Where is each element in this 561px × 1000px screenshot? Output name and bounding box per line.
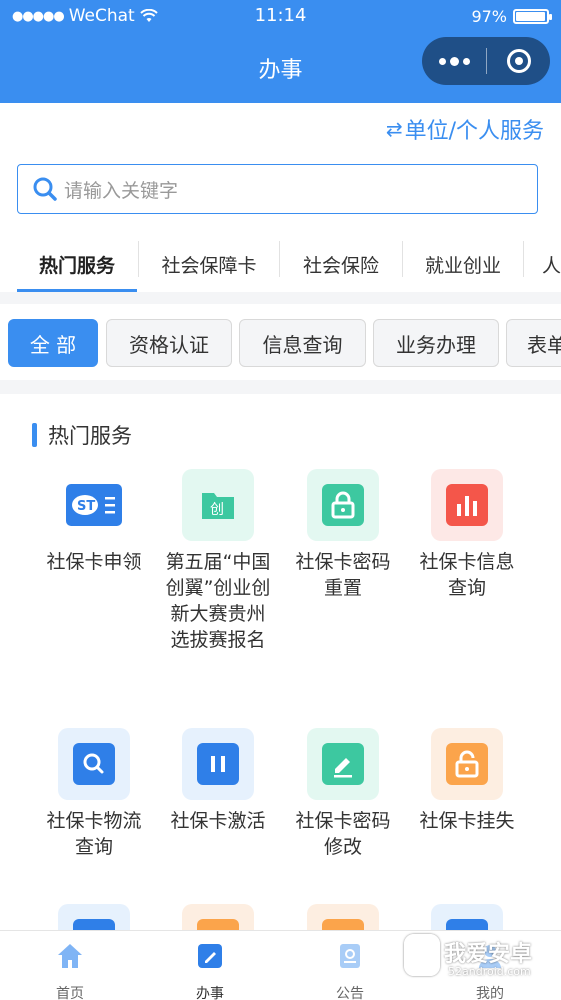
tab-label: 我的	[476, 986, 504, 1000]
notice-icon	[335, 941, 365, 971]
bar-chart-icon	[431, 469, 503, 541]
category-tabs: 热门服务 社会保障卡 社会保险 就业创业 人	[0, 236, 561, 292]
service-label: 社保卡信息查询	[419, 551, 515, 599]
watermark-logo: 我爱安卓 52android.com	[402, 932, 552, 984]
watermark-url: 52android.com	[448, 965, 531, 978]
social-card-icon: ST	[58, 469, 130, 541]
more-menu-button[interactable]	[422, 37, 486, 85]
service-label: 社保卡挂失	[419, 810, 515, 832]
swap-icon: ⇄	[385, 117, 403, 141]
watermark-name: 我爱安卓	[444, 942, 533, 967]
switch-service-link[interactable]: ⇄ 单位/个人服务	[386, 113, 544, 145]
top-bar: ●●●●● WeChat 11:14 97% 办事	[0, 0, 561, 103]
chip-qualification[interactable]: 资格认证	[106, 319, 232, 367]
tab-more-partial[interactable]: 人	[525, 236, 561, 292]
service-label: 第五届“中国创翼”创业创新大赛贵州选拔赛报名	[165, 551, 271, 651]
android-logo-icon	[404, 934, 440, 976]
service-card-partial[interactable]	[431, 904, 503, 930]
service-card-partial[interactable]	[307, 904, 379, 930]
chip-forms[interactable]: 表单	[506, 319, 561, 367]
status-bar: ●●●●● WeChat 11:14 97%	[0, 0, 561, 34]
tab-hot-services[interactable]: 热门服务	[17, 236, 137, 292]
battery-percent: 97%	[471, 7, 507, 26]
edit-icon	[307, 728, 379, 800]
tab-label: 公告	[336, 986, 364, 1000]
search-icon	[58, 728, 130, 800]
battery-icon	[513, 9, 552, 24]
svg-text:ST: ST	[77, 499, 95, 514]
service-card-pwd-reset[interactable]: 社保卡密码重置	[281, 469, 405, 601]
service-card-activate[interactable]: 社保卡激活	[156, 728, 280, 834]
home-icon	[55, 941, 85, 971]
pause-icon	[182, 728, 254, 800]
service-label: 社保卡申领	[46, 551, 142, 573]
service-card-report-loss[interactable]: 社保卡挂失	[405, 728, 529, 834]
edit-doc-icon	[195, 941, 225, 971]
tab-social-security-card[interactable]: 社会保障卡	[140, 236, 278, 292]
unlock-icon	[431, 728, 503, 800]
mini-program-capsule	[422, 37, 550, 85]
service-label: 社保卡激活	[170, 810, 266, 832]
lock-icon	[307, 469, 379, 541]
service-label: 社保卡物流查询	[46, 810, 142, 858]
search-icon	[32, 176, 58, 202]
service-card-partial[interactable]	[182, 904, 254, 930]
chip-business[interactable]: 业务办理	[373, 319, 499, 367]
service-card-info-query[interactable]: 社保卡信息查询	[405, 469, 529, 601]
service-card-pwd-change[interactable]: 社保卡密码修改	[281, 728, 405, 860]
service-card-logistics[interactable]: 社保卡物流查询	[32, 728, 156, 860]
svg-text:创: 创	[210, 502, 224, 518]
service-card-partial[interactable]	[58, 904, 130, 930]
chip-all[interactable]: 全 部	[8, 319, 98, 367]
tab-home[interactable]: 首页	[0, 931, 140, 1000]
service-label: 社保卡密码重置	[295, 551, 391, 599]
filter-chips: 全 部 资格认证 信息查询 业务办理 表单	[0, 304, 561, 380]
tab-announcements[interactable]: 公告	[280, 931, 420, 1000]
folder-chuang-icon: 创	[182, 469, 254, 541]
target-icon	[506, 49, 531, 73]
tab-label: 首页	[56, 986, 84, 1000]
chip-info-query[interactable]: 信息查询	[239, 319, 366, 367]
tab-employment[interactable]: 就业创业	[404, 236, 522, 292]
service-label: 社保卡密码修改	[295, 810, 391, 858]
service-card-contest[interactable]: 创 第五届“中国创翼”创业创新大赛贵州选拔赛报名	[156, 469, 280, 653]
switch-service-label: 单位/个人服务	[404, 119, 544, 144]
close-miniprogram-button[interactable]	[487, 37, 550, 85]
tab-social-insurance[interactable]: 社会保险	[281, 236, 401, 292]
search-input[interactable]: 请输入关键字	[17, 164, 538, 214]
section-title-text: 热门服务	[48, 424, 132, 448]
search-placeholder: 请输入关键字	[64, 179, 179, 202]
section-title: 热门服务	[32, 420, 132, 450]
service-card-apply[interactable]: ST 社保卡申领	[32, 469, 156, 575]
tab-affairs[interactable]: 办事	[140, 931, 280, 1000]
tab-label: 办事	[196, 986, 224, 1000]
